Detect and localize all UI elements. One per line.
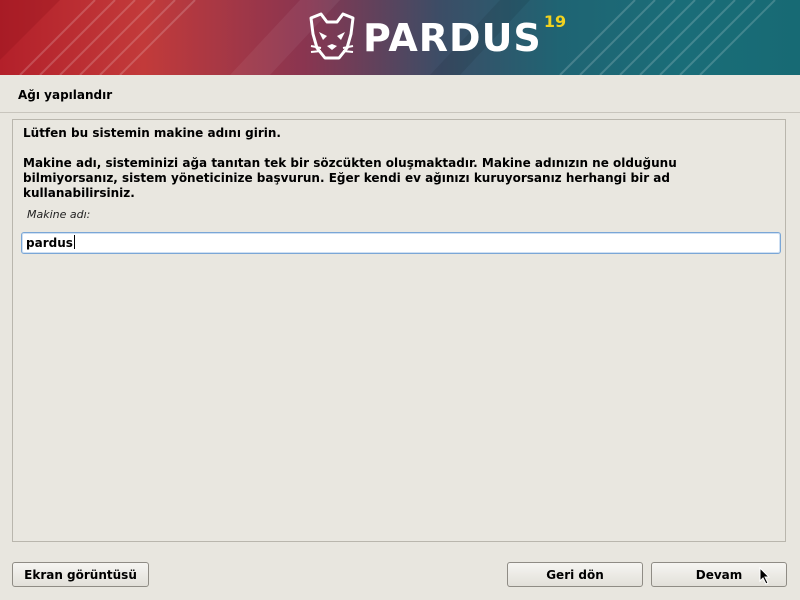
page-title: Ağı yapılandır — [18, 88, 113, 102]
brand-version: 19 — [543, 12, 567, 31]
intro-text: Lütfen bu sistemin makine adını girin. — [23, 126, 281, 140]
mouse-pointer-icon — [759, 567, 771, 585]
hostname-value: pardus — [26, 236, 73, 250]
panther-head-icon — [309, 12, 355, 60]
description-text: Makine adı, sisteminizi ağa tanıtan tek … — [23, 156, 677, 200]
screenshot-button[interactable]: Ekran görüntüsü — [12, 562, 149, 587]
back-button[interactable]: Geri dön — [507, 562, 643, 587]
pardus-logo: PARDUS 19 — [305, 10, 566, 66]
header-banner: PARDUS 19 — [0, 0, 800, 75]
text-caret — [73, 235, 75, 249]
hostname-input[interactable]: pardus — [21, 232, 781, 254]
content-panel: Lütfen bu sistemin makine adını girin. M… — [12, 119, 786, 542]
hostname-label: Makine adı: — [27, 208, 91, 221]
title-divider — [0, 112, 800, 113]
brand-wordmark: PARDUS — [363, 16, 542, 60]
